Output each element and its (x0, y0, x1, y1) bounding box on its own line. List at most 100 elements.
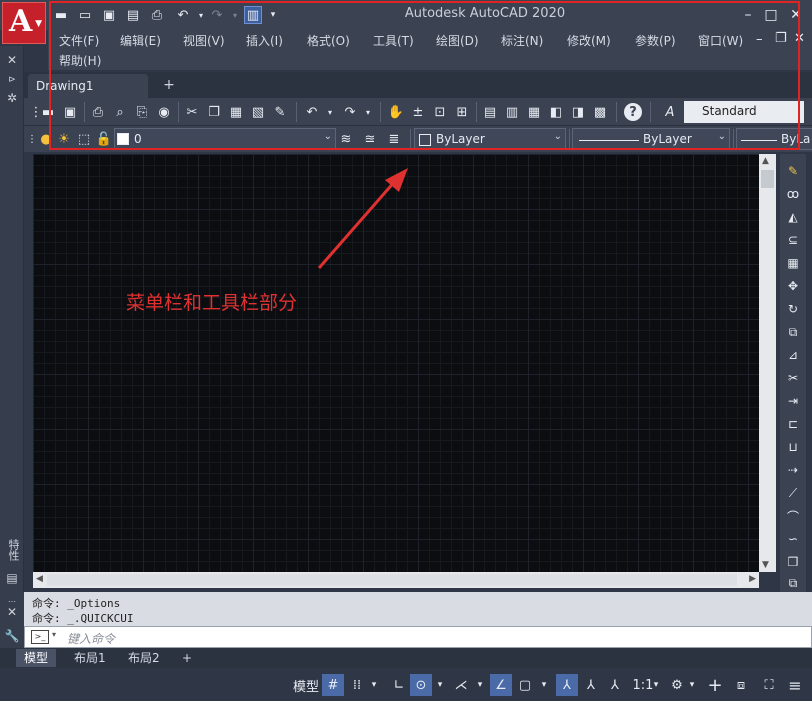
3d-dwf-icon[interactable]: ◉ (154, 102, 174, 122)
print-preview-icon[interactable]: ⌕ (110, 102, 130, 122)
doc-restore-button[interactable]: ❐ (775, 31, 787, 46)
zoom-realtime-icon[interactable]: ± (408, 102, 428, 122)
scroll-up-icon[interactable]: ▲ (762, 156, 769, 166)
snap-icon[interactable]: ⁞⁞ (346, 674, 368, 696)
fillet-icon[interactable]: ⌒ (783, 507, 803, 525)
save-icon[interactable]: ▣ (100, 6, 118, 24)
scroll-left-icon[interactable]: ◀ (36, 574, 43, 584)
close-icon[interactable]: ✕ (4, 604, 20, 620)
menu-modify[interactable]: 修改(M) (567, 32, 611, 49)
menu-insert[interactable]: 插入(I) (246, 32, 283, 49)
doc-minimize-button[interactable]: – (756, 32, 763, 47)
menu-icon[interactable]: ≡ (784, 674, 806, 696)
menu-format[interactable]: 格式(O) (307, 32, 350, 49)
properties-icon[interactable]: ▤ (480, 102, 500, 122)
mirror-icon[interactable]: ◭ (783, 208, 803, 226)
offset-icon[interactable]: ⊆ (783, 231, 803, 249)
chevron-down-icon[interactable]: ▾ (52, 630, 56, 639)
palette-icon[interactable]: ▤ (4, 570, 20, 586)
menu-parametric[interactable]: 参数(P) (635, 32, 676, 49)
linetype-select[interactable]: ByLayer ⌄ (572, 128, 730, 150)
customize-qat-icon[interactable]: ▾ (264, 6, 282, 24)
workspace-icon[interactable]: ▥ (244, 6, 262, 24)
markup-icon[interactable]: ◨ (568, 102, 588, 122)
isolate-objects-icon[interactable]: ⧈ (730, 674, 752, 696)
menu-dimension[interactable]: 标注(N) (501, 32, 543, 49)
scroll-thumb[interactable] (761, 170, 774, 188)
command-prompt-icon[interactable]: >_ (31, 630, 49, 644)
scroll-thumb[interactable] (47, 574, 737, 586)
pin-icon[interactable]: ⊳ (4, 72, 20, 88)
print-icon[interactable]: ⎙ (148, 6, 166, 24)
menu-draw[interactable]: 绘图(D) (436, 32, 479, 49)
menu-window[interactable]: 窗口(W) (698, 32, 743, 49)
chevron-down-icon[interactable]: ▾ (434, 674, 446, 696)
command-input[interactable]: >_ ▾ 键入命令 (24, 626, 812, 648)
make-current-layer-icon[interactable]: ≋ (336, 129, 356, 149)
zoom-window-icon[interactable]: ⊡ (430, 102, 450, 122)
gear-icon[interactable]: ⚙ (666, 674, 688, 696)
fullscreen-icon[interactable]: ⛶ (758, 674, 780, 696)
design-center-icon[interactable]: ▥ (502, 102, 522, 122)
color-select[interactable]: ByLayer ⌄ (414, 128, 566, 150)
redo-dropdown-icon[interactable]: ▾ (226, 6, 244, 24)
properties-tab[interactable]: 特性 (4, 532, 20, 568)
save-as-icon[interactable]: ▤ (124, 6, 142, 24)
sun-icon[interactable]: ☀ (54, 129, 74, 149)
block-editor-icon[interactable]: ✎ (270, 102, 290, 122)
tool-palettes-icon[interactable]: ▦ (524, 102, 544, 122)
open-folder-icon[interactable]: ▭ (76, 6, 94, 24)
layer-select[interactable]: 0 ⌄ (114, 128, 336, 150)
auto-scale-icon[interactable]: ⅄ (580, 674, 602, 696)
scroll-down-icon[interactable]: ▼ (762, 560, 769, 570)
annotation-scale-icon[interactable]: ⅄ (604, 674, 626, 696)
palette-overflow-icon[interactable]: ⧉ (783, 574, 803, 592)
menu-view[interactable]: 视图(V) (183, 32, 225, 49)
redo-icon[interactable]: ↷ (208, 6, 226, 24)
blend-curves-icon[interactable]: ∽ (783, 530, 803, 548)
cut-icon[interactable]: ✂ (182, 102, 202, 122)
tab-layout2[interactable]: 布局2 (120, 649, 168, 667)
menu-help[interactable]: 帮助(H) (59, 52, 101, 69)
copy-icon[interactable]: ❐ (204, 102, 224, 122)
menu-edit[interactable]: 编辑(E) (120, 32, 161, 49)
model-space-button[interactable]: 模型 (290, 674, 322, 696)
isodraft-icon[interactable]: ⋌ (450, 674, 472, 696)
ortho-icon[interactable]: ∟ (388, 674, 410, 696)
move-icon[interactable]: ✥ (783, 277, 803, 295)
lineweight-select[interactable]: ByLa (736, 128, 812, 150)
rotate-icon[interactable]: ↻ (783, 300, 803, 318)
help-icon[interactable]: ? (624, 103, 642, 121)
publish-icon[interactable]: ⎘ (132, 102, 152, 122)
zoom-previous-icon[interactable]: ⊞ (452, 102, 472, 122)
chevron-down-icon[interactable]: ▾ (368, 674, 380, 696)
menu-file[interactable]: 文件(F) (59, 32, 99, 49)
new-tab-button[interactable]: + (160, 76, 178, 94)
application-menu-button[interactable]: A ▼ (2, 2, 46, 44)
object-snap-icon[interactable]: ▢ (514, 674, 536, 696)
close-icon[interactable]: ✕ (4, 52, 20, 68)
match-properties-icon[interactable]: ▧ (248, 102, 268, 122)
layer-previous-icon[interactable]: ≊ (360, 129, 380, 149)
redo-icon[interactable]: ↷ (340, 102, 360, 122)
extend-icon[interactable]: ⇥ (783, 392, 803, 410)
explode-icon[interactable]: ❒ (783, 553, 803, 571)
maximize-button[interactable]: □ (760, 4, 782, 26)
polar-tracking-icon[interactable]: ⊙ (410, 674, 432, 696)
chevron-down-icon[interactable]: ▾ (686, 674, 698, 696)
close-button[interactable]: ✕ (785, 4, 807, 26)
doc-close-button[interactable]: ✕ (794, 31, 805, 46)
new-icon[interactable]: ▬ (38, 102, 58, 122)
tab-model[interactable]: 模型 (16, 649, 57, 667)
pan-icon[interactable]: ✋ (386, 102, 406, 122)
copy-icon[interactable]: ꝏ (783, 185, 803, 203)
break-icon[interactable]: ⊔ (783, 438, 803, 456)
bulb-on-icon[interactable]: ● (36, 129, 56, 149)
text-style-select[interactable]: Standard (684, 101, 804, 123)
calculator-icon[interactable]: ▩ (590, 102, 610, 122)
object-snap-tracking-icon[interactable]: ∠ (490, 674, 512, 696)
plus-icon[interactable]: + (704, 674, 726, 696)
trim-icon[interactable]: ✂ (783, 369, 803, 387)
print-icon[interactable]: ⎙ (88, 102, 108, 122)
chevron-down-icon[interactable]: ▾ (650, 674, 662, 696)
